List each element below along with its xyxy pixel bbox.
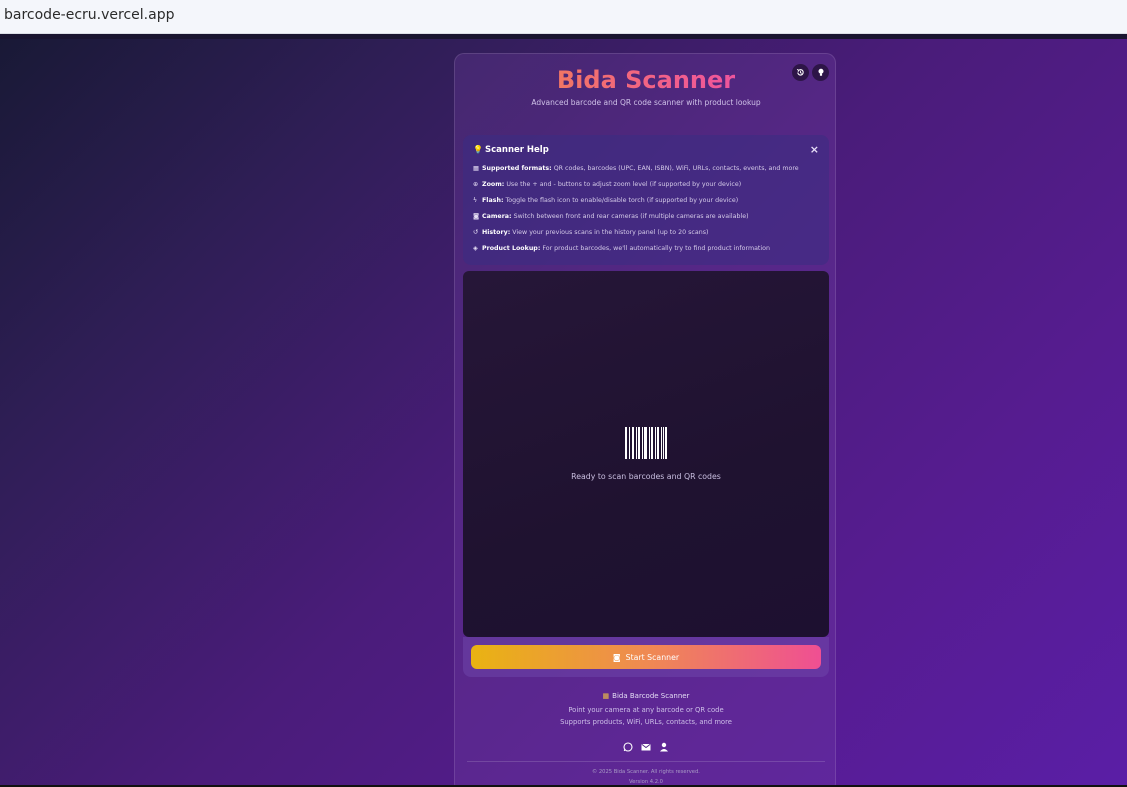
help-item-label: Zoom: (482, 181, 505, 188)
scanner-status: Ready to scan barcodes and QR codes (571, 472, 721, 481)
lightbulb-icon: 💡 (473, 145, 483, 154)
footer-line-1: Point your camera at any barcode or QR c… (568, 706, 724, 714)
help-item-text: Switch between front and rear cameras (i… (511, 213, 749, 220)
help-item-flash: ϟ Flash: Toggle the flash icon to enable/… (473, 197, 738, 204)
box-icon: ◈ (473, 245, 478, 252)
whatsapp-icon[interactable] (622, 742, 633, 753)
close-icon[interactable]: × (810, 143, 819, 156)
start-scanner-label: Start Scanner (625, 652, 680, 662)
qr-icon: ▦ (602, 692, 610, 700)
app-background: Bida Scanner Advanced barcode and QR cod… (0, 39, 1127, 785)
copyright-text: © 2025 Bida Scanner. All rights reserved… (592, 769, 700, 775)
help-title: Scanner Help (485, 145, 549, 155)
help-item-history: ↺ History: View your previous scans in th… (473, 229, 708, 236)
email-icon[interactable] (640, 742, 651, 753)
grid-icon: ▦ (473, 165, 479, 172)
barcode-icon (625, 427, 667, 459)
footer-title: ▦ Bida Barcode Scanner (455, 692, 837, 700)
browser-address-bar[interactable]: barcode-ecru.vercel.app (0, 0, 1127, 34)
user-icon[interactable] (658, 742, 669, 753)
help-item-label: Flash: (482, 197, 504, 204)
help-item-label: Supported formats: (482, 165, 552, 172)
help-item-text: View your previous scans in the history … (510, 229, 709, 236)
help-panel: 💡 Scanner Help × ▦ Supported formats: QR … (463, 135, 829, 265)
help-item-label: History: (482, 229, 511, 236)
scanner-viewport[interactable]: Ready to scan barcodes and QR codes (463, 271, 829, 637)
help-item-label: Product Lookup: (482, 245, 541, 252)
help-item-camera: ◙ Camera: Switch between front and rear c… (473, 213, 749, 220)
footer-divider (467, 761, 825, 762)
footer-line-2: Supports products, WiFi, URLs, contacts,… (560, 718, 732, 726)
flash-icon: ϟ (473, 197, 478, 204)
scanner-controls: ◙ Start Scanner (463, 637, 829, 677)
camera-icon: ◙ (612, 652, 621, 662)
help-item-product: ◈ Product Lookup: For product barcodes, w… (473, 245, 770, 252)
help-item-label: Camera: (482, 213, 512, 220)
app-subtitle: Advanced barcode and QR code scanner wit… (531, 98, 761, 107)
help-item-text: Toggle the flash icon to enable/disable … (503, 197, 739, 204)
help-item-formats: ▦ Supported formats: QR codes, barcodes (… (473, 165, 799, 172)
scanner-card: Bida Scanner Advanced barcode and QR cod… (454, 53, 836, 785)
help-item-text: QR codes, barcodes (UPC, EAN, ISBN), WiF… (551, 165, 799, 172)
history-icon: ↺ (473, 229, 479, 236)
camera-icon: ◙ (473, 213, 480, 220)
zoom-icon: ⊕ (473, 181, 479, 188)
start-scanner-button[interactable]: ◙ Start Scanner (471, 645, 821, 669)
url-text[interactable]: barcode-ecru.vercel.app (4, 7, 174, 23)
footer-title-text: Bida Barcode Scanner (612, 692, 690, 700)
help-item-text: Use the + and - buttons to adjust zoom l… (504, 181, 742, 188)
help-item-zoom: ⊕ Zoom: Use the + and - buttons to adjust… (473, 181, 741, 188)
help-item-text: For product barcodes, we'll automaticall… (540, 245, 770, 252)
app-title: Bida Scanner (455, 66, 837, 94)
